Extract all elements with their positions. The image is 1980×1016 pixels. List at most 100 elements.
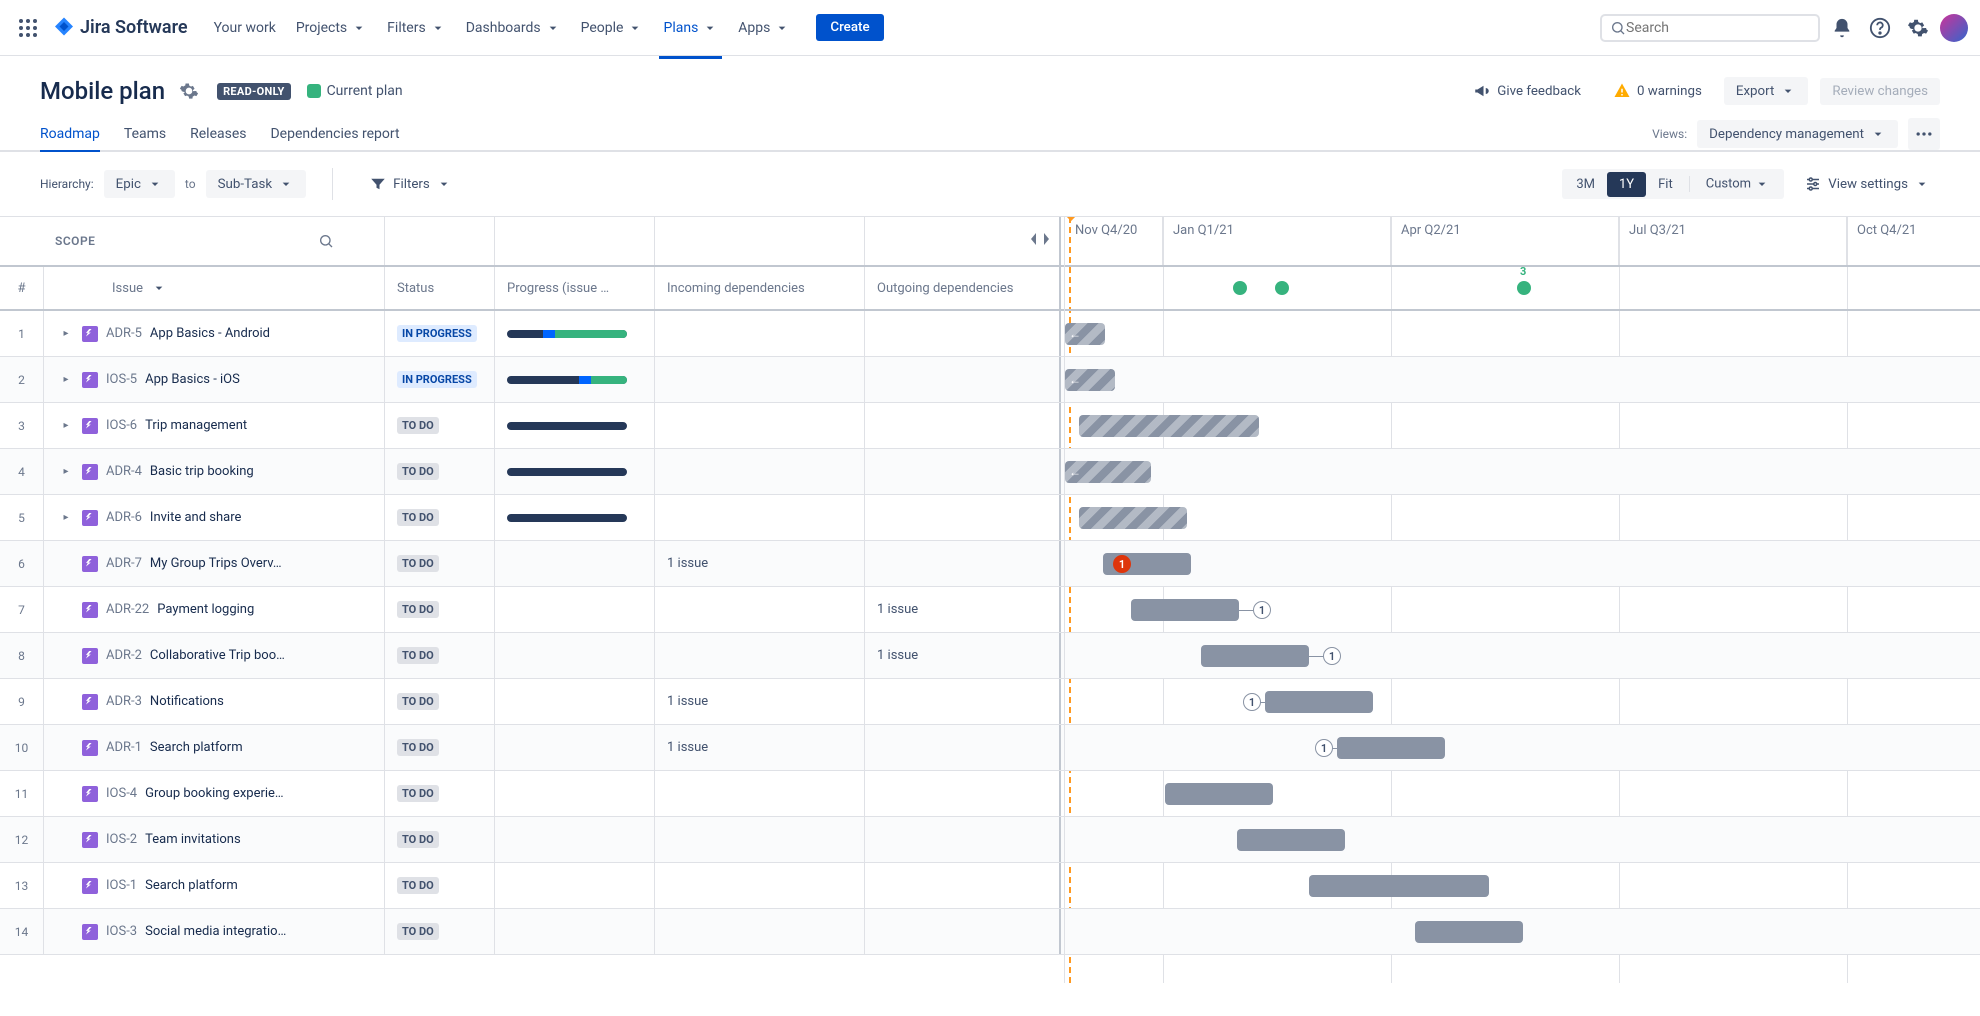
hierarchy-to-select[interactable]: Sub-Task — [206, 170, 307, 198]
chevron-down-icon — [151, 280, 167, 296]
create-button[interactable]: Create — [816, 14, 883, 41]
table-row[interactable]: 3 ▸ IOS-6 Trip management TO DO — [0, 403, 1064, 449]
issue-key[interactable]: ADR-5 — [106, 326, 142, 341]
gantt-bar[interactable]: ← — [1065, 323, 1105, 345]
table-row[interactable]: 2 ▸ IOS-5 App Basics - iOS IN PROGRESS — [0, 357, 1064, 403]
gantt-bar[interactable] — [1415, 921, 1523, 943]
nav-item-plans[interactable]: Plans — [653, 14, 728, 42]
dependency-badge[interactable]: 1 — [1113, 555, 1131, 573]
release-marker-icon[interactable] — [1517, 281, 1531, 295]
view-select[interactable]: Dependency management — [1697, 120, 1898, 148]
avatar[interactable] — [1940, 14, 1968, 42]
zoom-fit[interactable]: Fit — [1646, 172, 1685, 197]
issue-key[interactable]: ADR-22 — [106, 602, 149, 617]
table-row[interactable]: 11 IOS-4 Group booking experie… TO DO — [0, 771, 1064, 817]
app-switcher-icon[interactable] — [12, 12, 44, 44]
table-row[interactable]: 7 ADR-22 Payment logging TO DO 1 issue — [0, 587, 1064, 633]
outgoing-cell — [865, 817, 1061, 862]
issue-key[interactable]: IOS-6 — [106, 418, 137, 433]
issue-key[interactable]: ADR-7 — [106, 556, 142, 571]
epic-icon — [82, 418, 98, 434]
search-input[interactable] — [1626, 20, 1810, 36]
incoming-cell — [655, 771, 865, 816]
gantt-bar[interactable] — [1079, 507, 1187, 529]
view-settings-button[interactable]: View settings — [1794, 169, 1940, 199]
gantt-bar[interactable] — [1337, 737, 1445, 759]
expand-icon[interactable]: ▸ — [58, 466, 74, 477]
timeline-row — [1065, 863, 1980, 909]
issue-key[interactable]: IOS-4 — [106, 786, 137, 801]
nav-item-projects[interactable]: Projects — [286, 14, 377, 42]
table-row[interactable]: 1 ▸ ADR-5 App Basics - Android IN PROGRE… — [0, 311, 1064, 357]
issue-summary: Notifications — [150, 694, 224, 709]
help-icon[interactable] — [1864, 12, 1896, 44]
issue-key[interactable]: IOS-1 — [106, 878, 137, 893]
tab-dependencies-report[interactable]: Dependencies report — [270, 118, 399, 150]
issue-key[interactable]: ADR-1 — [106, 740, 142, 755]
filters-button[interactable]: Filters — [359, 169, 462, 199]
issue-key[interactable]: ADR-2 — [106, 648, 142, 663]
notifications-icon[interactable] — [1826, 12, 1858, 44]
plan-settings-icon[interactable] — [177, 79, 201, 103]
expand-icon[interactable]: ▸ — [58, 374, 74, 385]
nav-item-filters[interactable]: Filters — [377, 14, 456, 42]
nav-item-dashboards[interactable]: Dashboards — [456, 14, 571, 42]
gantt-bar[interactable] — [1201, 645, 1309, 667]
table-row[interactable]: 10 ADR-1 Search platform TO DO 1 issue — [0, 725, 1064, 771]
expand-icon[interactable]: ▸ — [58, 328, 74, 339]
settings-icon[interactable] — [1902, 12, 1934, 44]
gantt-bar[interactable] — [1309, 875, 1489, 897]
table-row[interactable]: 8 ADR-2 Collaborative Trip boo… TO DO 1 … — [0, 633, 1064, 679]
nav-item-your-work[interactable]: Your work — [204, 14, 286, 42]
collapse-columns-icon[interactable] — [1029, 231, 1051, 247]
table-row[interactable]: 13 IOS-1 Search platform TO DO — [0, 863, 1064, 909]
dependency-badge[interactable]: 1 — [1315, 739, 1333, 757]
release-marker-icon[interactable] — [1275, 281, 1289, 295]
zoom-3m[interactable]: 3M — [1564, 172, 1607, 197]
issue-key[interactable]: IOS-2 — [106, 832, 137, 847]
search-icon[interactable] — [318, 233, 334, 249]
more-button[interactable] — [1908, 118, 1940, 150]
product-name: Jira Software — [80, 17, 188, 38]
gantt-bar[interactable] — [1165, 783, 1273, 805]
hierarchy-from-select[interactable]: Epic — [104, 170, 175, 198]
jira-logo[interactable]: Jira Software — [52, 16, 188, 40]
warnings-button[interactable]: 0 warnings — [1603, 76, 1712, 106]
gantt-bar[interactable] — [1237, 829, 1345, 851]
issue-key[interactable]: IOS-3 — [106, 924, 137, 939]
tab-roadmap[interactable]: Roadmap — [40, 118, 100, 150]
table-row[interactable]: 12 IOS-2 Team invitations TO DO — [0, 817, 1064, 863]
issue-key[interactable]: IOS-5 — [106, 372, 137, 387]
search-box[interactable] — [1600, 14, 1820, 42]
gantt-bar[interactable] — [1265, 691, 1373, 713]
gantt-bar[interactable] — [1079, 415, 1259, 437]
zoom-1y[interactable]: 1Y — [1607, 172, 1646, 197]
table-row[interactable]: 5 ▸ ADR-6 Invite and share TO DO — [0, 495, 1064, 541]
gantt-bar[interactable]: ← — [1065, 369, 1115, 391]
to-label: to — [185, 177, 196, 191]
issue-key[interactable]: ADR-3 — [106, 694, 142, 709]
table-row[interactable]: 4 ▸ ADR-4 Basic trip booking TO DO — [0, 449, 1064, 495]
column-header-issue[interactable]: Issue — [44, 267, 385, 309]
column-header-progress: Progress (issue … — [495, 267, 655, 309]
dependency-badge[interactable]: 1 — [1323, 647, 1341, 665]
issue-key[interactable]: ADR-4 — [106, 464, 142, 479]
table-row[interactable]: 14 IOS-3 Social media integratio… TO DO — [0, 909, 1064, 955]
issue-key[interactable]: ADR-6 — [106, 510, 142, 525]
tab-releases[interactable]: Releases — [190, 118, 246, 150]
table-row[interactable]: 9 ADR-3 Notifications TO DO 1 issue — [0, 679, 1064, 725]
tab-teams[interactable]: Teams — [124, 118, 166, 150]
give-feedback-button[interactable]: Give feedback — [1463, 76, 1591, 106]
gantt-bar[interactable]: ← — [1065, 461, 1151, 483]
gantt-bar[interactable] — [1131, 599, 1239, 621]
expand-icon[interactable]: ▸ — [58, 512, 74, 523]
nav-item-people[interactable]: People — [571, 14, 654, 42]
table-row[interactable]: 6 ADR-7 My Group Trips Overv… TO DO 1 is… — [0, 541, 1064, 587]
zoom-custom[interactable]: Custom — [1694, 171, 1783, 197]
expand-icon[interactable]: ▸ — [58, 420, 74, 431]
dependency-badge[interactable]: 1 — [1243, 693, 1261, 711]
export-button[interactable]: Export — [1724, 77, 1808, 105]
release-marker-icon[interactable] — [1233, 281, 1247, 295]
nav-item-apps[interactable]: Apps — [728, 14, 800, 42]
dependency-badge[interactable]: 1 — [1253, 601, 1271, 619]
